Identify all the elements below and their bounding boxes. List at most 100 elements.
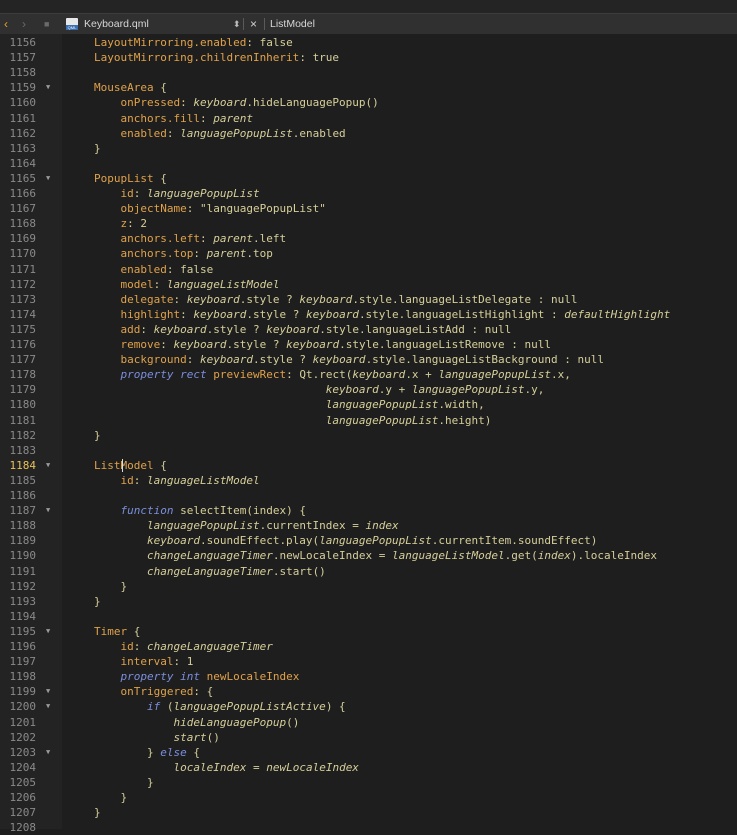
code-token: newLocaleIndex — [266, 760, 359, 774]
code-text: id: languagePopupList — [94, 186, 260, 201]
code-text: languagePopupList.width, — [94, 397, 485, 412]
code-token: interval — [120, 655, 174, 669]
code-line: 1176 remove: keyboard.style ? keyboard.s… — [0, 337, 737, 352]
symbol-selector[interactable]: ListModel — [270, 14, 315, 34]
code-token: hideLanguagePopup — [173, 715, 287, 729]
code-token: anchors.left — [120, 232, 200, 246]
line-number: 1164 — [9, 156, 37, 170]
line-number: 1168 — [9, 217, 37, 231]
code-token: : { — [193, 685, 214, 699]
code-text: ListModel { — [94, 458, 167, 473]
toolbar-divider — [264, 18, 265, 30]
code-line: 1158 — [0, 65, 737, 80]
code-text: LayoutMirroring.childrenInherit: true — [94, 50, 339, 65]
code-line: 1192 } — [0, 579, 737, 594]
code-token: .height) — [438, 413, 492, 427]
code-token: false — [259, 36, 293, 49]
code-text: } else { — [94, 745, 200, 760]
code-line: 1166 id: languagePopupList — [0, 186, 737, 201]
code-text: } — [94, 594, 101, 609]
line-number: 1161 — [9, 111, 37, 125]
code-token: .style.languageListHighlight : — [358, 307, 565, 321]
line-number: 1191 — [9, 564, 37, 578]
code-editor[interactable]: 1156 LayoutMirroring.enabled: false 1157 La… — [0, 34, 737, 834]
code-token: anchors.top — [120, 247, 194, 261]
code-token: languagePopupListActive — [173, 700, 326, 714]
forward-arrow-icon[interactable]: › — [22, 14, 26, 34]
code-token: languagePopupList — [319, 534, 432, 548]
fold-arrow-icon[interactable]: ▼ — [46, 458, 50, 473]
code-token: PopupList — [94, 171, 154, 185]
code-token: languagePopupList — [438, 368, 552, 382]
code-token: changeLanguageTimer — [147, 640, 273, 653]
text-cursor — [122, 458, 123, 472]
code-line: 1203 ▼ } else { — [0, 745, 737, 760]
fold-arrow-icon[interactable]: ▼ — [46, 171, 50, 186]
qml-file-icon: QML — [66, 18, 78, 30]
code-token: delegate — [120, 292, 174, 306]
code-token: languagePopupList — [325, 413, 439, 427]
code-token: previewRect — [213, 368, 287, 382]
lock-icon[interactable]: ■ — [44, 14, 49, 34]
code-text: changeLanguageTimer.newLocaleIndex = lan… — [94, 548, 657, 563]
code-token: keyboard — [173, 338, 227, 351]
line-number: 1182 — [9, 428, 37, 442]
fold-arrow-icon[interactable]: ▼ — [46, 745, 50, 760]
code-token: ).localeIndex — [570, 549, 657, 563]
code-line: 1175 add: keyboard.style ? keyboard.styl… — [0, 322, 737, 337]
code-token: enabled — [120, 126, 167, 140]
code-token: .style ? — [239, 292, 300, 306]
fold-arrow-icon[interactable]: ▼ — [46, 624, 50, 639]
fold-arrow-icon[interactable]: ▼ — [46, 684, 50, 699]
code-line: 1162 enabled: languagePopupList.enabled — [0, 126, 737, 141]
open-document-selector[interactable]: Keyboard.qml — [84, 14, 149, 34]
fold-arrow-icon[interactable]: ▼ — [46, 699, 50, 714]
code-text: onTriggered: { — [94, 684, 214, 699]
code-token: changeLanguageTimer — [146, 564, 273, 578]
line-number: 1192 — [9, 579, 37, 593]
code-token: selectItem(index) { — [173, 504, 306, 518]
line-number: 1189 — [9, 534, 37, 548]
close-document-icon[interactable]: × — [250, 14, 257, 34]
back-arrow-icon[interactable]: ‹ — [4, 14, 8, 34]
updown-chevron-icon[interactable]: ⬍ — [233, 14, 241, 34]
code-token: keyboard — [153, 322, 207, 336]
line-number: 1172 — [9, 277, 37, 291]
code-text: onPressed: keyboard.hideLanguagePopup() — [94, 95, 379, 110]
line-number: 1193 — [9, 594, 37, 608]
code-line: 1188 languagePopupList.currentIndex = in… — [0, 518, 737, 533]
fold-arrow-icon[interactable]: ▼ — [46, 503, 50, 518]
code-token: id — [120, 640, 134, 653]
code-token: } — [94, 594, 101, 608]
code-text: hideLanguagePopup() — [94, 715, 299, 730]
fold-arrow-icon[interactable]: ▼ — [46, 80, 50, 95]
code-token: } — [94, 745, 161, 759]
line-number: 1186 — [9, 489, 37, 502]
line-number: 1203 — [9, 745, 37, 759]
code-token: : — [186, 353, 200, 367]
code-token: } — [94, 428, 101, 442]
code-text: enabled: languagePopupList.enabled — [94, 126, 346, 141]
code-token: .enabled — [292, 126, 346, 140]
line-number: 1170 — [9, 247, 37, 261]
code-text: } — [94, 805, 101, 820]
code-token: : — [153, 277, 167, 291]
code-token: ListModel — [94, 458, 154, 472]
code-line: 1208 — [0, 820, 737, 835]
code-line: 1186 — [0, 488, 737, 503]
code-token: ) { — [325, 700, 346, 714]
line-number: 1163 — [9, 141, 37, 155]
code-line: 1193} — [0, 594, 737, 609]
code-text: changeLanguageTimer.start() — [94, 564, 326, 579]
code-token: } — [94, 791, 128, 804]
code-token: .soundEffect.play( — [199, 534, 320, 548]
line-number: 1173 — [9, 292, 37, 306]
